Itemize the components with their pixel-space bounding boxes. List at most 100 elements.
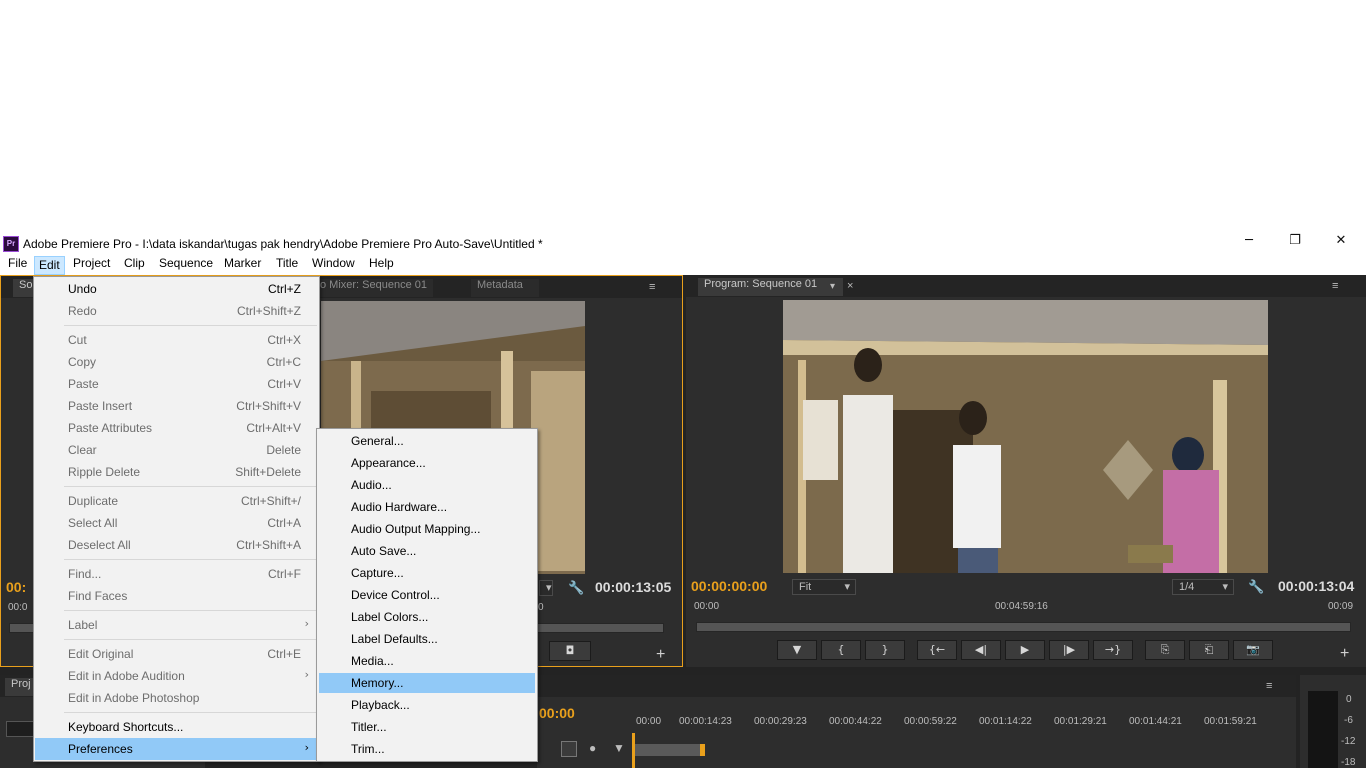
timeline-ruler-label: 00:00:14:23 bbox=[679, 716, 732, 727]
menu-item-preferences[interactable]: Preferences › bbox=[35, 738, 318, 760]
submenu-item-memory[interactable]: Memory... bbox=[319, 673, 535, 693]
menu-item-cut[interactable]: Cut Ctrl+X bbox=[35, 329, 318, 351]
work-area-end-marker[interactable] bbox=[700, 744, 705, 756]
submenu-item-capture[interactable]: Capture... bbox=[319, 563, 535, 583]
step-back-button[interactable]: ◀| bbox=[961, 640, 1001, 660]
menu-window[interactable]: Window bbox=[308, 256, 359, 275]
menu-item-find-faces[interactable]: Find Faces bbox=[35, 585, 318, 607]
menu-item-copy[interactable]: Copy Ctrl+C bbox=[35, 351, 318, 373]
menu-item-label: Paste Insert bbox=[68, 399, 133, 413]
timeline-work-area-bar[interactable] bbox=[632, 744, 702, 756]
tab-program-dropdown-icon[interactable]: ▾ bbox=[830, 281, 835, 292]
program-zoom-dropdown[interactable]: Fit ▾ bbox=[792, 579, 856, 595]
tab-project[interactable]: Proj bbox=[5, 678, 37, 696]
submenu-item-appearance[interactable]: Appearance... bbox=[319, 453, 535, 473]
program-add-button[interactable]: + bbox=[1340, 645, 1349, 663]
extract-button[interactable]: ⎗ bbox=[1189, 640, 1229, 660]
submenu-item-playback[interactable]: Playback... bbox=[319, 695, 535, 715]
panel-menu-icon[interactable]: ≡ bbox=[649, 281, 655, 293]
mark-in-button[interactable]: { bbox=[821, 640, 861, 660]
submenu-item-titler[interactable]: Titler... bbox=[319, 717, 535, 737]
menu-item-paste-attributes[interactable]: Paste Attributes Ctrl+Alt+V bbox=[35, 417, 318, 439]
menu-item-undo[interactable]: Undo Ctrl+Z bbox=[35, 278, 318, 300]
menu-item-edit-original[interactable]: Edit Original Ctrl+E bbox=[35, 643, 318, 665]
submenu-item-trim[interactable]: Trim... bbox=[319, 739, 535, 759]
submenu-item-label-defaults[interactable]: Label Defaults... bbox=[319, 629, 535, 649]
program-zoom-scrollbar[interactable] bbox=[696, 622, 1351, 632]
submenu-item-label-colors[interactable]: Label Colors... bbox=[319, 607, 535, 627]
menu-item-label: Paste bbox=[68, 377, 99, 391]
close-button[interactable]: ✕ bbox=[1318, 233, 1364, 255]
window-title: Adobe Premiere Pro - I:\data iskandar\tu… bbox=[23, 237, 543, 251]
source-resolution-dropdown[interactable]: ▾ bbox=[539, 580, 553, 596]
menu-item-ripple-delete[interactable]: Ripple Delete Shift+Delete bbox=[35, 461, 318, 483]
snap-icon[interactable] bbox=[561, 741, 577, 757]
lift-button[interactable]: ⎘ bbox=[1145, 640, 1185, 660]
program-panel-menu-icon[interactable]: ≡ bbox=[1332, 280, 1338, 292]
menu-item-redo[interactable]: Redo Ctrl+Shift+Z bbox=[35, 300, 318, 322]
meter-label: -12 bbox=[1341, 736, 1356, 747]
submenu-item-label: Titler... bbox=[351, 720, 387, 734]
menu-title[interactable]: Title bbox=[272, 256, 302, 275]
tab-metadata[interactable]: Metadata bbox=[471, 279, 539, 297]
go-to-in-button[interactable]: {← bbox=[917, 640, 957, 660]
play-button[interactable]: ▶ bbox=[1005, 640, 1045, 660]
tab-program[interactable]: Program: Sequence 01 bbox=[698, 278, 843, 296]
menu-item-duplicate[interactable]: Duplicate Ctrl+Shift+/ bbox=[35, 490, 318, 512]
minimize-button[interactable]: ─ bbox=[1226, 233, 1272, 255]
submenu-item-device-control[interactable]: Device Control... bbox=[319, 585, 535, 605]
go-to-out-button[interactable]: →} bbox=[1093, 640, 1133, 660]
timeline-ruler-label: 00:01:44:21 bbox=[1129, 716, 1182, 727]
source-add-button[interactable]: + bbox=[656, 646, 665, 664]
menu-item-deselect-all[interactable]: Deselect All Ctrl+Shift+A bbox=[35, 534, 318, 556]
source-playhead-timecode: 00: bbox=[6, 579, 27, 595]
program-tab-bar: Program: Sequence 01 ▾ × ≡ bbox=[686, 275, 1366, 297]
program-resolution-dropdown[interactable]: 1/4 ▾ bbox=[1172, 579, 1234, 595]
menu-item-select-all[interactable]: Select All Ctrl+A bbox=[35, 512, 318, 534]
menu-item-paste[interactable]: Paste Ctrl+V bbox=[35, 373, 318, 395]
menu-item-shortcut: Ctrl+F bbox=[268, 567, 301, 581]
menu-item-paste-insert[interactable]: Paste Insert Ctrl+Shift+V bbox=[35, 395, 318, 417]
menu-help[interactable]: Help bbox=[365, 256, 398, 275]
menu-item-clear[interactable]: Clear Delete bbox=[35, 439, 318, 461]
submenu-item-media[interactable]: Media... bbox=[319, 651, 535, 671]
submenu-item-audio-hardware[interactable]: Audio Hardware... bbox=[319, 497, 535, 517]
menu-item-shortcut: Ctrl+Shift+/ bbox=[240, 494, 301, 508]
linked-selection-icon[interactable]: ● bbox=[589, 741, 596, 755]
step-forward-button[interactable]: |▶ bbox=[1049, 640, 1089, 660]
menu-item-label: Undo bbox=[68, 282, 97, 296]
program-wrench-icon[interactable]: 🔧 bbox=[1248, 579, 1264, 595]
tab-program-close-icon[interactable]: × bbox=[847, 280, 853, 292]
submenu-item-auto-save[interactable]: Auto Save... bbox=[319, 541, 535, 561]
add-marker-icon[interactable]: ▼ bbox=[613, 741, 625, 755]
submenu-item-general[interactable]: General... bbox=[319, 431, 535, 451]
source-wrench-icon[interactable]: 🔧 bbox=[568, 580, 584, 596]
restore-button[interactable]: ❐ bbox=[1272, 233, 1318, 255]
meter-label: -18 bbox=[1341, 757, 1356, 768]
submenu-item-audio[interactable]: Audio... bbox=[319, 475, 535, 495]
export-frame-button[interactable]: 📷 bbox=[1233, 640, 1273, 660]
submenu-item-audio-output-mapping[interactable]: Audio Output Mapping... bbox=[319, 519, 535, 539]
menu-item-label-submenu[interactable]: Label › bbox=[35, 614, 318, 636]
menu-project[interactable]: Project bbox=[69, 256, 114, 275]
menu-edit[interactable]: Edit bbox=[34, 256, 65, 275]
menu-item-edit-in-photoshop[interactable]: Edit in Adobe Photoshop bbox=[35, 687, 318, 709]
timeline-ruler-label: 00:01:59:21 bbox=[1204, 716, 1257, 727]
menu-file[interactable]: File bbox=[4, 256, 31, 275]
timeline-panel-menu-icon[interactable]: ≡ bbox=[1266, 680, 1272, 692]
add-marker-button[interactable]: ▼ bbox=[777, 640, 817, 660]
menu-item-shortcut: Ctrl+V bbox=[267, 377, 301, 391]
timeline-playhead[interactable] bbox=[632, 733, 635, 768]
menu-item-edit-in-audition[interactable]: Edit in Adobe Audition › bbox=[35, 665, 318, 687]
mark-out-button[interactable]: } bbox=[865, 640, 905, 660]
menu-item-label: Paste Attributes bbox=[68, 421, 153, 435]
menu-marker[interactable]: Marker bbox=[220, 256, 265, 275]
menu-clip[interactable]: Clip bbox=[120, 256, 149, 275]
project-search-input[interactable] bbox=[6, 721, 34, 737]
tab-audio-mixer[interactable]: o Mixer: Sequence 01 bbox=[314, 279, 434, 297]
submenu-item-label: Capture... bbox=[351, 566, 404, 580]
menu-item-find[interactable]: Find... Ctrl+F bbox=[35, 563, 318, 585]
menu-item-keyboard-shortcuts[interactable]: Keyboard Shortcuts... bbox=[35, 716, 318, 738]
source-export-frame-button[interactable]: ◘ bbox=[549, 641, 591, 661]
menu-sequence[interactable]: Sequence bbox=[155, 256, 217, 275]
